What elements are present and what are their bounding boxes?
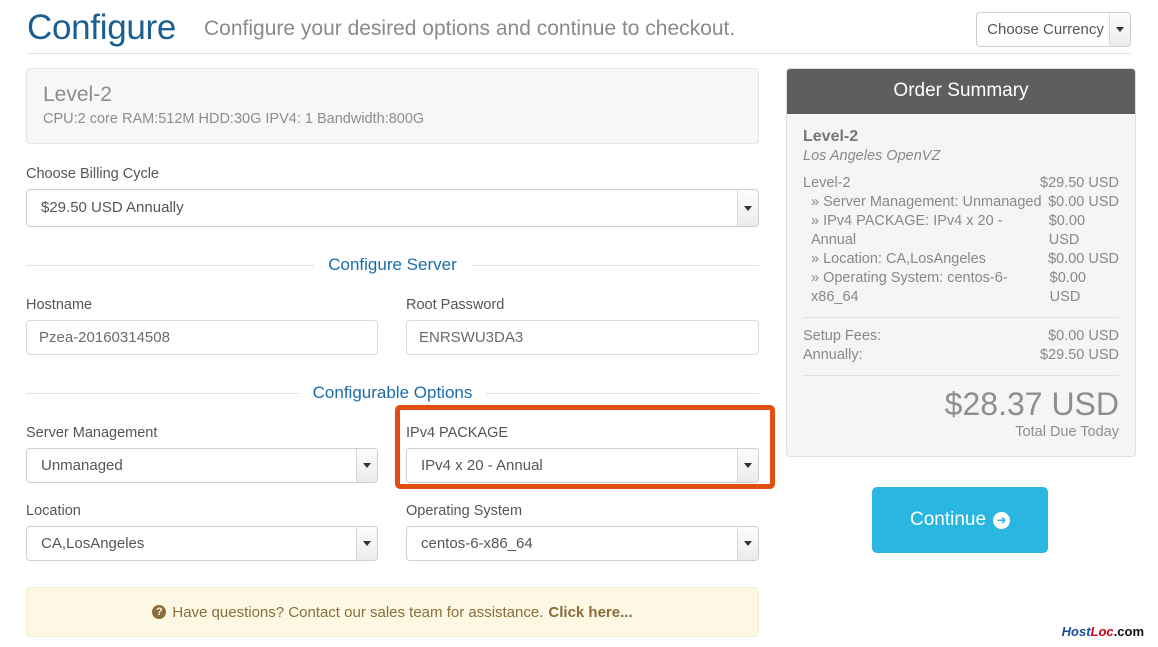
- currency-selector[interactable]: Choose Currency: [976, 12, 1131, 47]
- summary-product-name: Level-2: [803, 128, 859, 145]
- summary-line: » Server Management: Unmanaged $0.00 USD: [803, 193, 1119, 212]
- billing-cycle-select[interactable]: $29.50 USD Annually: [26, 189, 759, 227]
- summary-line-label: » Server Management: Unmanaged: [811, 194, 1042, 210]
- section-title: Configure Server: [328, 255, 457, 274]
- page-title: Configure: [27, 8, 177, 47]
- divider-rule-left: [26, 264, 315, 266]
- summary-line-label: Level-2: [803, 175, 851, 191]
- billing-cycle-group: Choose Billing Cycle $29.50 USD Annually: [26, 166, 759, 227]
- summary-line: » Location: CA,LosAngeles $0.00 USD: [803, 250, 1119, 269]
- recurring-line: Annually: $29.50 USD: [803, 346, 1119, 365]
- server-management-select[interactable]: Unmanaged: [26, 448, 378, 483]
- divider-rule-right: [470, 264, 760, 266]
- hostname-label: Hostname: [26, 297, 93, 313]
- server-fields-row: Hostname Root Password: [26, 297, 759, 355]
- hostloc-watermark: HostLoc.com: [1062, 624, 1144, 639]
- setup-fees-amount: $0.00 USD: [1048, 328, 1119, 344]
- page-header: Configure Configure your desired options…: [27, 8, 1131, 54]
- summary-line-label: » Operating System: centos-6-x86_64: [811, 270, 1008, 305]
- options-row-two: Location CA,LosAngeles Operating System …: [26, 503, 759, 561]
- ipv4-package-group: IPv4 PACKAGE IPv4 x 20 - Annual: [395, 405, 775, 489]
- recurring-amount: $29.50 USD: [1040, 347, 1119, 363]
- continue-button-label: Continue: [909, 509, 987, 530]
- page-subtitle: Configure your desired options and conti…: [204, 17, 736, 40]
- root-password-input[interactable]: [406, 320, 759, 355]
- summary-line-amount: $0.00 USD: [1049, 270, 1086, 305]
- location-group: Location CA,LosAngeles: [26, 503, 406, 561]
- billing-cycle-label: Choose Billing Cycle: [26, 166, 159, 182]
- help-banner-link[interactable]: Click here...: [548, 604, 632, 621]
- configurable-options-section-header: Configurable Options: [26, 383, 759, 403]
- summary-line-amount: $0.00 USD: [1048, 251, 1119, 267]
- recurring-label: Annually:: [803, 347, 863, 363]
- section-title: Configurable Options: [312, 383, 473, 402]
- sales-help-banner: ? Have questions? Contact our sales team…: [26, 587, 759, 637]
- server-management-label: Server Management: [26, 425, 158, 441]
- configure-form: Level-2 CPU:2 core RAM:512M HDD:30G IPV4…: [26, 68, 775, 637]
- location-label: Location: [26, 503, 81, 519]
- summary-line-amount: $29.50 USD: [1040, 175, 1119, 191]
- question-circle-icon: ?: [152, 605, 167, 619]
- summary-product-location: Los Angeles OpenVZ: [803, 148, 941, 164]
- total-due-caption: Total Due Today: [1015, 424, 1119, 440]
- summary-line-label: » Location: CA,LosAngeles: [811, 251, 986, 267]
- watermark-host: Host: [1061, 624, 1091, 639]
- divider-rule-left: [26, 392, 299, 394]
- currency-select[interactable]: Choose Currency: [976, 12, 1131, 47]
- summary-divider: [803, 317, 1119, 318]
- continue-button[interactable]: Continue ➜: [872, 487, 1048, 553]
- order-summary-heading: Order Summary: [787, 69, 1135, 114]
- order-summary-column: Order Summary Level-2 Los Angeles OpenVZ…: [786, 68, 1136, 553]
- hostname-input[interactable]: [26, 320, 378, 355]
- ipv4-package-label: IPv4 PACKAGE: [406, 425, 509, 441]
- product-summary-box: Level-2 CPU:2 core RAM:512M HDD:30G IPV4…: [26, 68, 759, 144]
- summary-line: » IPv4 PACKAGE: IPv4 x 20 - Annual $0.00…: [803, 212, 1119, 250]
- configure-server-section-header: Configure Server: [26, 255, 760, 275]
- operating-system-group: Operating System centos-6-x86_64: [406, 503, 759, 561]
- server-management-group: Server Management Unmanaged: [26, 425, 406, 483]
- order-summary-panel: Order Summary Level-2 Los Angeles OpenVZ…: [786, 68, 1136, 457]
- divider-rule-right: [486, 392, 759, 394]
- watermark-loc: Loc: [1090, 624, 1114, 639]
- location-select[interactable]: CA,LosAngeles: [26, 526, 378, 561]
- root-password-group: Root Password: [406, 297, 759, 355]
- operating-system-select[interactable]: centos-6-x86_64: [406, 526, 759, 561]
- arrow-circle-right-icon: ➜: [993, 511, 1011, 529]
- help-banner-text: Have questions? Contact our sales team f…: [172, 603, 544, 621]
- summary-line-amount: $0.00 USD: [1048, 213, 1086, 248]
- summary-divider: [803, 375, 1119, 376]
- operating-system-label: Operating System: [406, 503, 523, 519]
- options-row-one: Server Management Unmanaged IPv4 PACKAGE…: [26, 405, 775, 489]
- hostname-group: Hostname: [26, 297, 406, 355]
- total-due-amount: $28.37 USD: [944, 386, 1119, 422]
- summary-line: Level-2 $29.50 USD: [803, 174, 1119, 193]
- product-name: Level-2: [43, 83, 112, 106]
- setup-fees-line: Setup Fees: $0.00 USD: [803, 327, 1119, 346]
- summary-line-label: » IPv4 PACKAGE: IPv4 x 20 - Annual: [811, 213, 1003, 248]
- root-password-label: Root Password: [406, 297, 505, 313]
- summary-line: » Operating System: centos-6-x86_64 $0.0…: [803, 269, 1119, 307]
- product-specs: CPU:2 core RAM:512M HDD:30G IPV4: 1 Band…: [43, 111, 425, 127]
- order-summary-body: Level-2 Los Angeles OpenVZ Level-2 $29.5…: [787, 114, 1135, 456]
- setup-fees-label: Setup Fees:: [803, 328, 882, 344]
- watermark-com: .com: [1113, 624, 1144, 639]
- ipv4-package-select[interactable]: IPv4 x 20 - Annual: [406, 448, 759, 483]
- summary-line-amount: $0.00 USD: [1048, 194, 1119, 210]
